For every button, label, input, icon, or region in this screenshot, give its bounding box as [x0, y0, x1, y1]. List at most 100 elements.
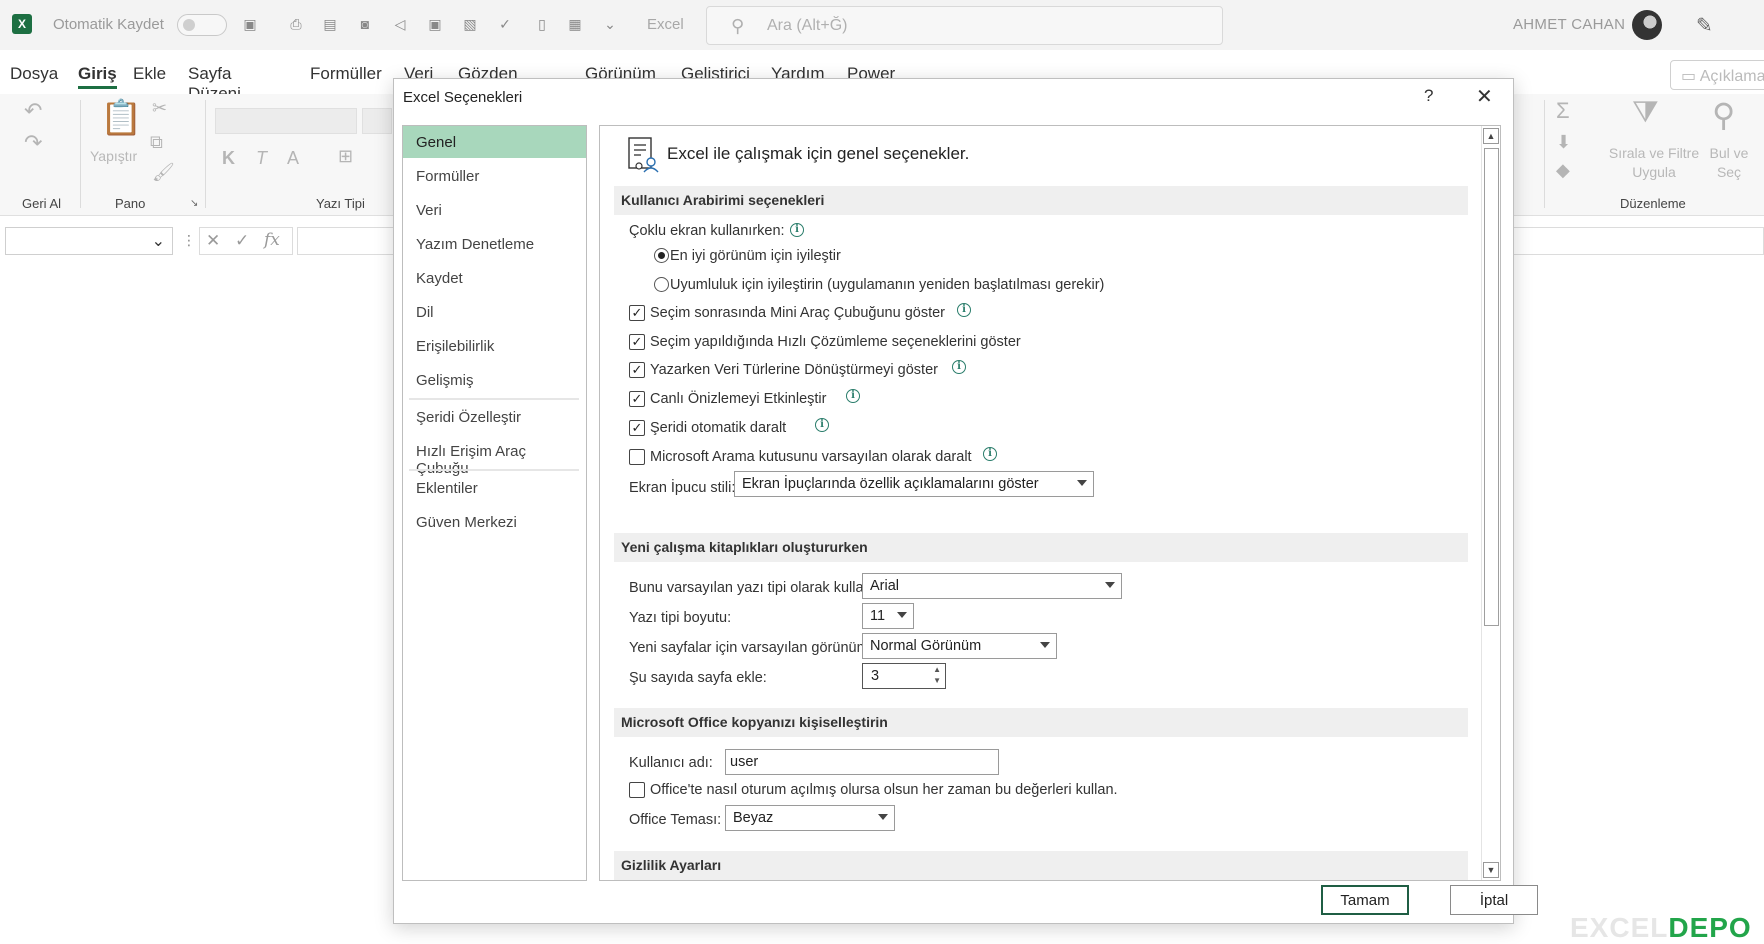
spin-down-icon[interactable]: ▼: [933, 676, 941, 685]
checkbox-always-use-label[interactable]: Office'te nasıl oturum açılmış olursa ol…: [650, 782, 1118, 798]
checkbox-always-use[interactable]: [629, 782, 645, 798]
dialog-launcher-icon[interactable]: ↘: [190, 198, 198, 209]
tab-giris[interactable]: Giriş: [78, 64, 117, 89]
name-box[interactable]: ⌄: [5, 227, 173, 255]
back-icon[interactable]: ◁: [390, 14, 410, 34]
chevron-down-icon: [1077, 480, 1087, 486]
table-icon[interactable]: ▦: [565, 14, 585, 34]
checkbox-collapse-search[interactable]: [629, 449, 645, 465]
checkbox-live-preview[interactable]: ✓: [629, 391, 645, 407]
search-box[interactable]: ⚲ Ara (Alt+Ğ): [706, 6, 1223, 45]
default-font-select[interactable]: Arial: [862, 573, 1122, 599]
nav-item-hizli-erisim[interactable]: Hızlı Erişim Araç Çubuğu: [403, 435, 586, 477]
checkbox-mini-toolbar-label[interactable]: Seçim sonrasında Mini Araç Çubuğunu göst…: [650, 305, 945, 321]
checkbox-collapse-ribbon[interactable]: ✓: [629, 420, 645, 436]
cancel-button[interactable]: İptal: [1450, 885, 1538, 915]
font-size-box[interactable]: [362, 108, 392, 134]
info-icon: i: [815, 418, 829, 432]
save-as-icon[interactable]: ▣: [425, 14, 445, 34]
close-icon[interactable]: ✕: [1476, 84, 1493, 109]
insert-function-icon[interactable]: fx: [264, 230, 280, 250]
bold-icon[interactable]: K: [222, 148, 235, 169]
borders-icon[interactable]: ⊞: [338, 146, 353, 167]
content-scrollbar[interactable]: ▲ ▼: [1481, 126, 1500, 880]
font-name-box[interactable]: [215, 108, 357, 134]
nav-item-formuller[interactable]: Formüller: [403, 160, 586, 192]
nav-item-genel[interactable]: Genel: [403, 126, 586, 158]
nav-item-veri[interactable]: Veri: [403, 194, 586, 226]
user-name[interactable]: AHMET CAHAN: [1513, 16, 1625, 33]
help-icon[interactable]: ?: [1424, 86, 1433, 106]
document-icon[interactable]: ▧: [460, 14, 480, 34]
nav-item-guven-merkezi[interactable]: Güven Merkezi: [403, 506, 586, 538]
nav-item-dil[interactable]: Dil: [403, 296, 586, 328]
cut-icon[interactable]: ✂: [152, 98, 167, 119]
tooltip-style-label: Ekran İpucu stili:: [629, 480, 736, 496]
comment-icon: ▭: [1681, 68, 1700, 85]
tab-ekle[interactable]: Ekle: [133, 64, 166, 84]
search-icon: ⚲: [731, 16, 745, 36]
tab-dosya[interactable]: Dosya: [10, 64, 58, 84]
dialog-title: Excel Seçenekleri: [403, 89, 523, 106]
checkbox-mini-toolbar[interactable]: ✓: [629, 305, 645, 321]
radio-compat[interactable]: [654, 277, 669, 292]
undo-icon[interactable]: ↶: [24, 98, 42, 124]
format-painter-icon[interactable]: 🖌: [152, 162, 175, 183]
font-color-icon[interactable]: A: [287, 148, 299, 169]
nav-item-seridi-ozellestir[interactable]: Şeridi Özelleştir: [403, 401, 586, 433]
tooltip-style-select[interactable]: Ekran İpuçlarında özellik açıklamalarını…: [734, 471, 1094, 497]
print-preview-icon[interactable]: ⎙: [286, 14, 306, 34]
radio-best-view-label[interactable]: En iyi görünüm için iyileştir: [670, 248, 841, 264]
copy-icon[interactable]: ⧉: [150, 132, 163, 153]
checkbox-collapse-ribbon-label[interactable]: Şeridi otomatik daralt: [650, 420, 786, 436]
sort-filter-icon[interactable]: ⧩: [1632, 96, 1659, 130]
new-file-icon[interactable]: ▯: [532, 14, 552, 34]
spin-up-icon[interactable]: ▲: [933, 665, 941, 674]
redo-icon[interactable]: ↷: [24, 130, 42, 156]
scroll-up-icon[interactable]: ▲: [1483, 128, 1499, 144]
radio-compat-label[interactable]: Uyumluluk için iyileştirin (uygulamanın …: [670, 277, 1104, 293]
spelling-icon[interactable]: ✓: [495, 14, 515, 34]
scrollbar-thumb[interactable]: [1484, 148, 1499, 626]
scroll-down-icon[interactable]: ▼: [1483, 862, 1499, 878]
find-select-icon[interactable]: ⚲: [1712, 96, 1735, 134]
comments-button[interactable]: ▭ Açıklama: [1670, 60, 1764, 90]
username-input[interactable]: user: [725, 749, 999, 775]
nav-item-yazim-denetleme[interactable]: Yazım Denetleme: [403, 228, 586, 260]
tab-formuller[interactable]: Formüller: [310, 64, 382, 84]
paste-icon[interactable]: 📋: [100, 98, 142, 138]
avatar[interactable]: [1632, 10, 1662, 40]
radio-best-view[interactable]: [654, 248, 669, 263]
default-font-label: Bunu varsayılan yazı tipi olarak kullan:: [629, 580, 876, 596]
checkbox-quick-analysis-label[interactable]: Seçim yapıldığında Hızlı Çözümleme seçen…: [650, 334, 1021, 350]
camera-icon[interactable]: ◙: [355, 14, 375, 34]
sheet-count-stepper[interactable]: 3 ▲ ▼: [862, 663, 946, 689]
customize-qat-icon[interactable]: ⌄: [600, 14, 620, 34]
office-theme-select[interactable]: Beyaz: [725, 805, 895, 831]
checkbox-collapse-search-label[interactable]: Microsoft Arama kutusunu varsayılan olar…: [650, 449, 972, 465]
sort-filter-label[interactable]: Sırala ve Filtre Uygula: [1602, 144, 1706, 182]
checkbox-data-types-label[interactable]: Yazarken Veri Türlerine Dönüştürmeyi gös…: [650, 362, 938, 378]
checkbox-data-types[interactable]: ✓: [629, 362, 645, 378]
autosave-toggle[interactable]: [177, 14, 227, 36]
autosum-icon[interactable]: Σ: [1556, 98, 1570, 124]
font-size-select[interactable]: 11: [862, 603, 914, 629]
find-select-label[interactable]: Bul ve Seç: [1704, 144, 1754, 182]
form-icon[interactable]: ▤: [320, 14, 340, 34]
enter-icon[interactable]: ✓: [235, 231, 249, 251]
nav-item-eklentiler[interactable]: Eklentiler: [403, 472, 586, 504]
nav-item-gelismis[interactable]: Gelişmiş: [403, 364, 586, 396]
nav-item-erisilebilirlik[interactable]: Erişilebilirlik: [403, 330, 586, 362]
paste-label[interactable]: Yapıştır: [90, 148, 137, 164]
save-icon[interactable]: ▣: [240, 14, 260, 34]
cancel-icon[interactable]: ✕: [206, 231, 220, 251]
fill-icon[interactable]: ⬇: [1556, 132, 1571, 153]
checkbox-live-preview-label[interactable]: Canlı Önizlemeyi Etkinleştir: [650, 391, 826, 407]
default-view-select[interactable]: Normal Görünüm: [862, 633, 1057, 659]
checkbox-quick-analysis[interactable]: ✓: [629, 334, 645, 350]
italic-icon[interactable]: T: [256, 148, 267, 169]
ok-button[interactable]: Tamam: [1321, 885, 1409, 915]
pen-icon[interactable]: ✎: [1696, 13, 1713, 38]
clear-icon[interactable]: ◆: [1556, 160, 1570, 181]
nav-item-kaydet[interactable]: Kaydet: [403, 262, 586, 294]
